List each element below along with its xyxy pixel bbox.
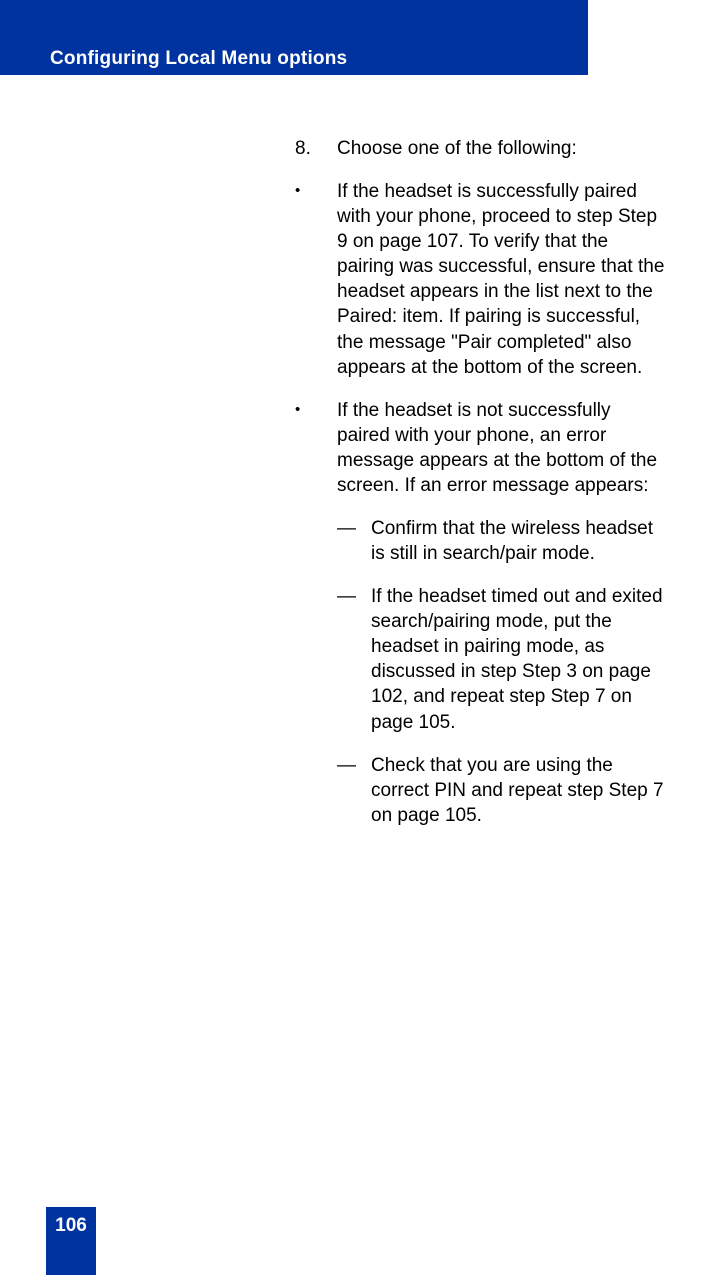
- bullet-text: If the headset is successfully paired wi…: [337, 179, 667, 380]
- list-item: — If the headset timed out and exited se…: [337, 584, 667, 734]
- dash-text: Confirm that the wireless headset is sti…: [371, 516, 667, 566]
- dash-icon: —: [337, 584, 371, 734]
- bullet-text: If the headset is not successfully paire…: [337, 398, 667, 498]
- page-number: 106: [55, 1215, 87, 1237]
- page-header-title: Configuring Local Menu options: [50, 48, 347, 70]
- list-item: — Confirm that the wireless headset is s…: [337, 516, 667, 566]
- bullet-icon: •: [295, 398, 337, 498]
- step-row: 8. Choose one of the following:: [295, 136, 667, 161]
- list-item: — Check that you are using the correct P…: [337, 753, 667, 828]
- dash-text: If the headset timed out and exited sear…: [371, 584, 667, 734]
- content-area: 8. Choose one of the following: • If the…: [295, 136, 667, 846]
- dash-text: Check that you are using the correct PIN…: [371, 753, 667, 828]
- step-text: Choose one of the following:: [337, 136, 667, 161]
- dash-icon: —: [337, 753, 371, 828]
- bullet-icon: •: [295, 179, 337, 380]
- list-item: • If the headset is successfully paired …: [295, 179, 667, 380]
- list-item: • If the headset is not successfully pai…: [295, 398, 667, 498]
- dash-icon: —: [337, 516, 371, 566]
- page-number-badge: 106: [46, 1207, 96, 1275]
- step-number: 8.: [295, 136, 337, 161]
